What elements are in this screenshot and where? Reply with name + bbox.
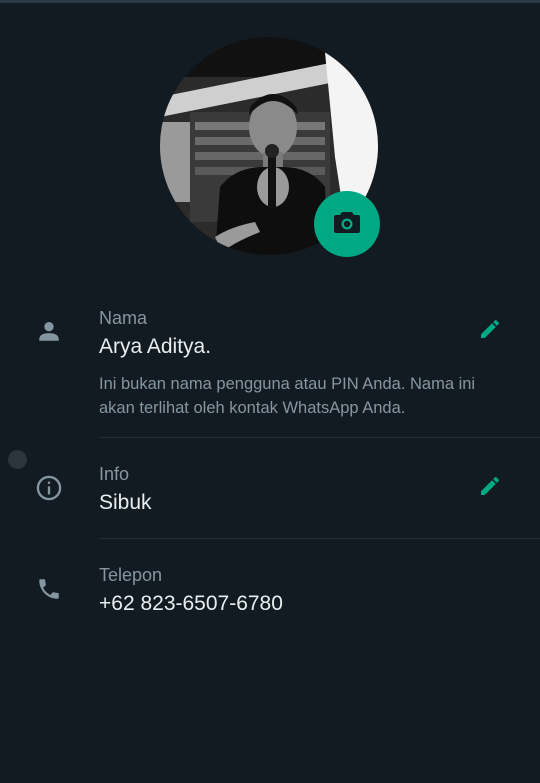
pencil-icon [478,474,502,503]
name-row[interactable]: Nama Arya Aditya. Ini bukan nama penggun… [0,300,540,440]
phone-value: +62 823-6507-6780 [99,592,283,615]
name-label: Nama [99,308,148,328]
name-value: Arya Aditya. [99,335,212,358]
person-icon [34,316,64,346]
about-label: Info [99,464,130,484]
camera-icon [333,210,361,239]
edit-name-button[interactable] [475,316,505,346]
name-hint: Ini bukan nama pengguna atau PIN Anda. N… [99,375,476,417]
phone-icon [34,574,64,604]
pencil-icon [478,317,502,346]
about-row[interactable]: Info Sibuk [0,457,540,532]
about-value: Sibuk [99,491,152,514]
profile-photo-section [160,37,380,257]
edit-about-button[interactable] [475,473,505,503]
divider [99,437,540,438]
change-photo-button[interactable] [314,191,380,257]
phone-row: Telepon +62 823-6507-6780 [0,558,540,633]
top-divider [0,0,540,3]
info-icon [34,473,64,503]
phone-label: Telepon [99,565,163,585]
divider [99,538,540,539]
